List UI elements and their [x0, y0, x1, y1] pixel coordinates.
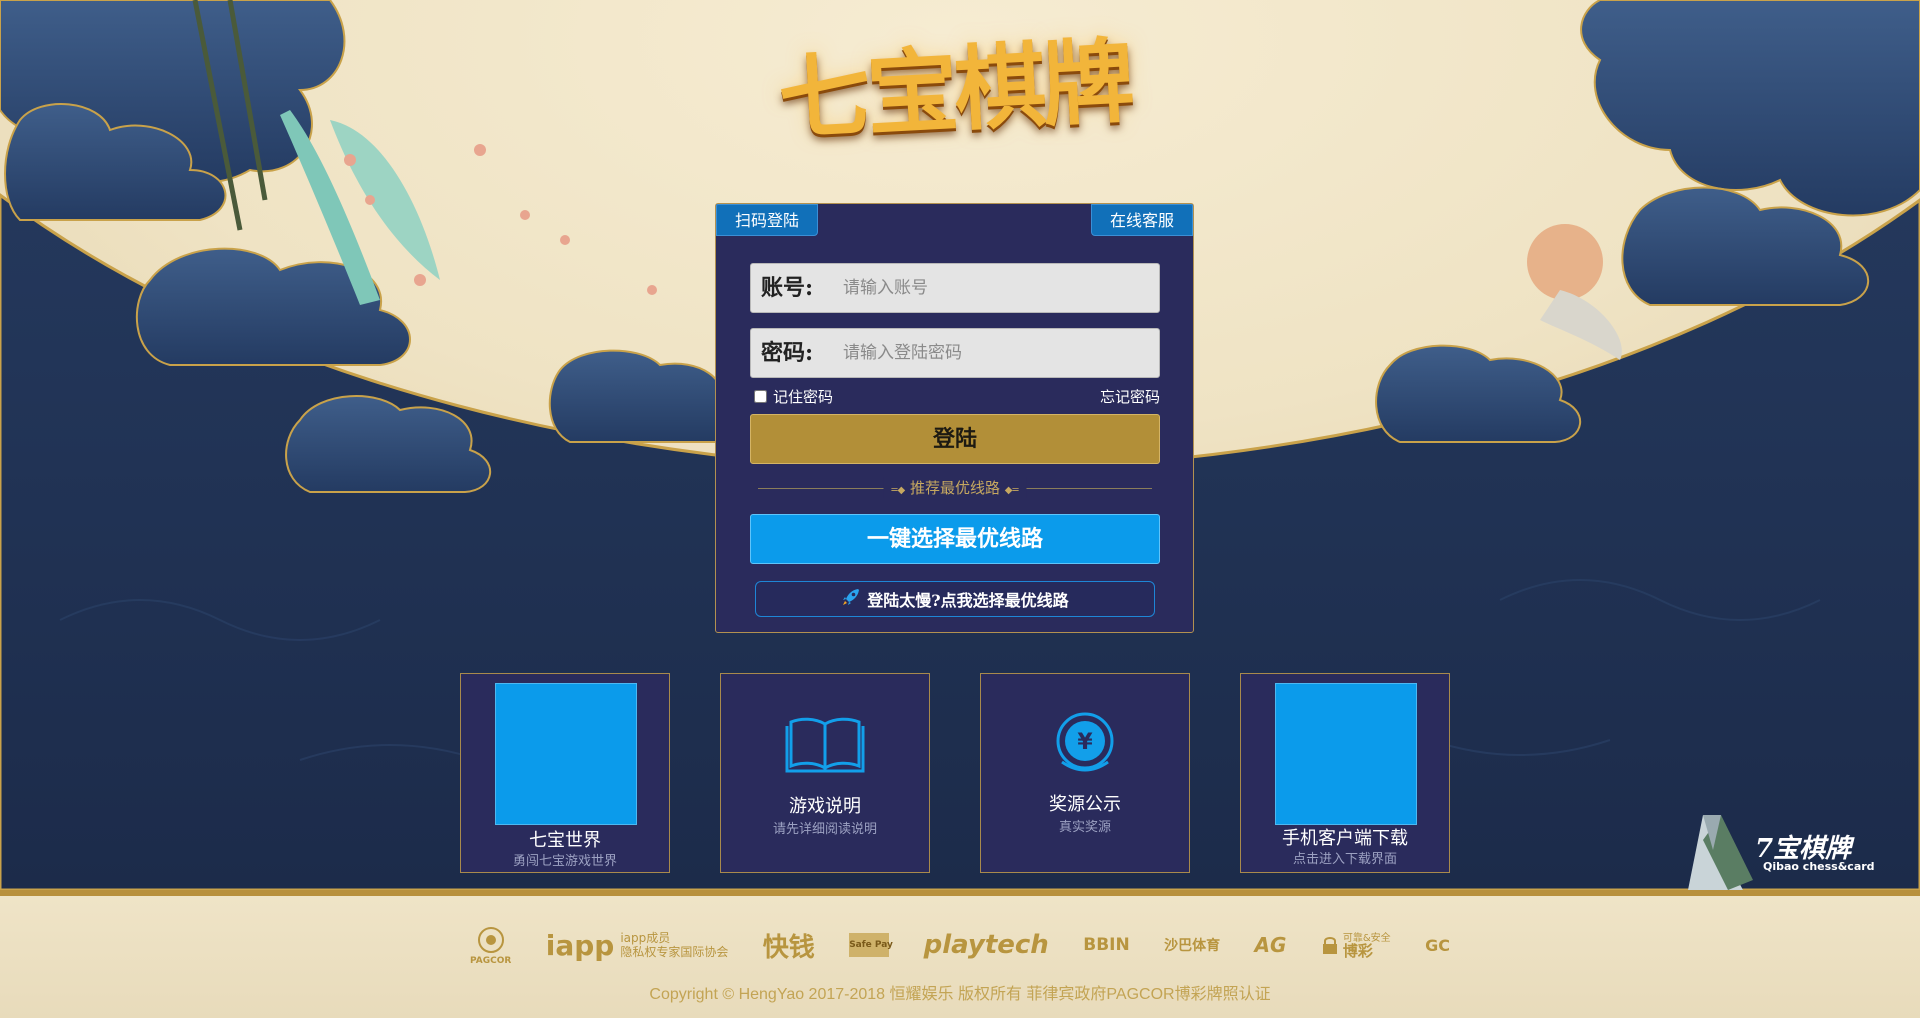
lock-icon: [1322, 937, 1337, 954]
card-subtitle: 请先详细阅读说明: [772, 822, 877, 837]
card-subtitle: 真实奖源: [1058, 820, 1111, 835]
partner-bbin: BBIN: [1083, 935, 1130, 955]
ornament-left-icon: ═◆: [891, 485, 906, 496]
best-route-button[interactable]: 一键选择最优线路: [750, 514, 1160, 564]
login-panel: 扫码登陆 在线客服 账号: 密码: 记住密码 忘记密码 登陆 ═◆ 推荐最优线路…: [715, 203, 1194, 633]
card-game-guide[interactable]: 游戏说明 请先详细阅读说明: [720, 673, 930, 873]
qr-code-placeholder-download: [1275, 683, 1417, 825]
partner-pagcor: PAGCOR: [470, 925, 511, 966]
card-subtitle: 点击进入下载界面: [1292, 852, 1397, 867]
partner-safepay: Safe Pay: [849, 933, 893, 957]
remember-label: 记住密码: [773, 388, 834, 406]
password-label: 密码:: [761, 340, 814, 366]
partner-label: PAGCOR: [470, 955, 512, 966]
partner-logos: PAGCOR iapp iapp成员 隐私权专家国际协会 快钱 Safe Pay…: [470, 920, 1450, 970]
brand-emblem-icon: [1688, 815, 1753, 890]
slow-login-label: 登陆太慢?点我选择最优线路: [867, 591, 1069, 610]
corner-brand-logo: 7宝棋牌 Qibao chess&card: [1683, 810, 1898, 890]
partner-boca: 可靠&安全 博彩: [1321, 933, 1391, 960]
partner-desc: iapp成员: [620, 931, 671, 945]
book-icon: [785, 714, 865, 778]
rocket-icon: [841, 587, 861, 611]
card-subtitle: 勇闯七宝游戏世界: [512, 854, 617, 869]
route-divider-text: 推荐最优线路: [909, 479, 1001, 497]
password-field[interactable]: 密码:: [750, 328, 1160, 378]
game-logo: 七宝棋牌: [775, 26, 1134, 154]
ornament-right-icon: ◆═: [1004, 485, 1019, 496]
card-title: 游戏说明: [789, 796, 861, 817]
partner-desc: 隐私权专家国际协会: [620, 945, 729, 959]
card-title: 七宝世界: [529, 830, 601, 851]
account-field[interactable]: 账号:: [750, 263, 1160, 313]
remember-password[interactable]: 记住密码: [754, 386, 833, 407]
forgot-password-link[interactable]: 忘记密码: [1100, 386, 1160, 407]
partner-label: iapp: [545, 928, 615, 962]
slow-login-button[interactable]: 登陆太慢?点我选择最优线路: [755, 581, 1155, 617]
account-label: 账号:: [761, 275, 814, 301]
svg-text:¥: ¥: [1077, 730, 1093, 755]
partner-gc: GC: [1425, 935, 1450, 955]
account-input[interactable]: [843, 273, 1143, 303]
login-button[interactable]: 登陆: [750, 414, 1160, 464]
password-input[interactable]: [843, 338, 1143, 368]
route-divider: ═◆ 推荐最优线路 ◆═: [758, 477, 1152, 498]
yen-coin-icon: ¥: [1054, 712, 1116, 778]
partner-shaba: 沙巴体育: [1164, 938, 1221, 954]
card-title: 奖源公示: [1049, 794, 1121, 815]
partner-iapp: iapp iapp成员 隐私权专家国际协会: [546, 929, 729, 962]
remember-checkbox[interactable]: [754, 390, 767, 403]
card-prize-source[interactable]: ¥ 奖源公示 真实奖源: [980, 673, 1190, 873]
card-qibao-world[interactable]: 七宝世界 勇闯七宝游戏世界: [460, 673, 670, 873]
scan-login-tab[interactable]: 扫码登陆: [716, 204, 818, 236]
qr-code-placeholder-world: [495, 683, 637, 825]
partner-ag: AG: [1254, 933, 1287, 957]
partner-playtech: playtech: [923, 930, 1049, 960]
copyright-text: Copyright © HengYao 2017-2018 恒耀娱乐 版权所有 …: [649, 986, 1271, 1003]
partner-label: 博彩: [1342, 942, 1373, 960]
card-mobile-download[interactable]: 手机客户端下载 点击进入下载界面: [1240, 673, 1450, 873]
card-title: 手机客户端下载: [1282, 828, 1408, 849]
partner-kuaiqian: 快钱: [762, 932, 815, 963]
brand-subtitle: Qibao chess&card: [1763, 860, 1875, 873]
online-service-tab[interactable]: 在线客服: [1091, 204, 1193, 236]
pagcor-seal-icon: [477, 926, 504, 953]
route-divider-label: ═◆ 推荐最优线路 ◆═: [883, 477, 1027, 498]
